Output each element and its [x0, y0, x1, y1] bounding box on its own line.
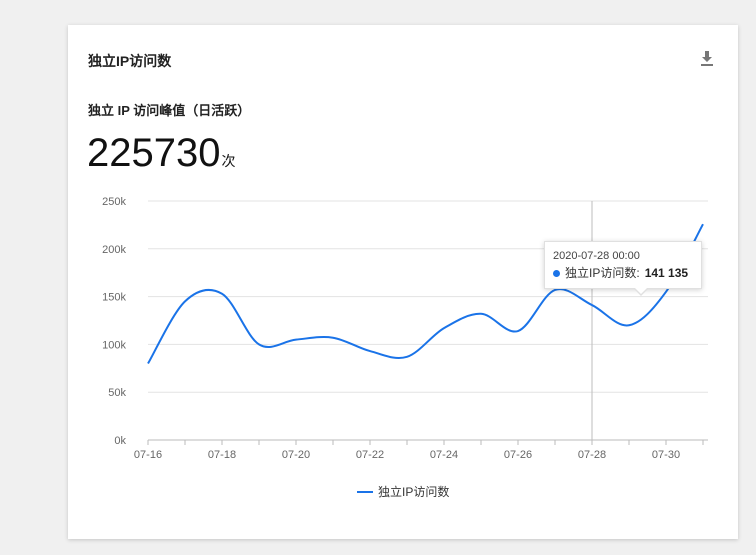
y-tick-label: 150k	[102, 292, 126, 304]
x-tick-label: 07-28	[578, 449, 606, 461]
tooltip-date: 2020-07-28 00:00	[553, 250, 640, 262]
data-point	[701, 222, 705, 226]
y-tick-label: 0k	[114, 435, 126, 447]
data-point	[627, 323, 631, 327]
tooltip-series-name: 独立IP访问数:	[565, 266, 640, 280]
data-point	[516, 329, 520, 333]
data-point	[590, 303, 594, 307]
data-point	[146, 362, 150, 366]
data-point	[479, 312, 483, 316]
data-point	[331, 336, 335, 340]
y-tick-label: 200k	[102, 244, 126, 256]
legend-item[interactable]: 独立IP访问数	[357, 483, 449, 500]
y-tick-label: 250k	[102, 196, 126, 208]
data-point	[183, 299, 187, 303]
y-tick-label: 50k	[108, 387, 126, 399]
tooltip: 2020-07-28 00:00 独立IP访问数: 141 135	[544, 241, 702, 296]
legend-label: 独立IP访问数	[378, 485, 450, 499]
chart-card: 独立IP访问数 独立 IP 访问峰值（日活跃） 225730次 0k 50k 100…	[68, 25, 738, 539]
data-point	[442, 326, 446, 330]
x-tick-label: 07-16	[134, 449, 162, 461]
data-point	[664, 290, 668, 294]
x-tick-label: 07-20	[282, 449, 310, 461]
x-tick-label: 07-24	[430, 449, 458, 461]
y-tick-label: 100k	[102, 339, 126, 351]
tooltip-value: 141 135	[644, 266, 689, 280]
legend-swatch	[357, 490, 373, 493]
tooltip-series-dot	[553, 269, 560, 277]
x-tick-label: 07-30	[652, 449, 680, 461]
x-tick-label: 07-26	[504, 449, 532, 461]
data-point	[257, 342, 261, 346]
data-point	[220, 292, 224, 296]
data-point	[405, 355, 409, 359]
x-tick-label: 07-22	[356, 449, 384, 461]
data-point	[368, 349, 372, 353]
tooltip-row: 独立IP访问数: 141 135	[553, 266, 693, 280]
x-tick-label: 07-18	[208, 449, 236, 461]
data-point	[294, 338, 298, 342]
tooltip-arrow-inner	[634, 287, 648, 294]
